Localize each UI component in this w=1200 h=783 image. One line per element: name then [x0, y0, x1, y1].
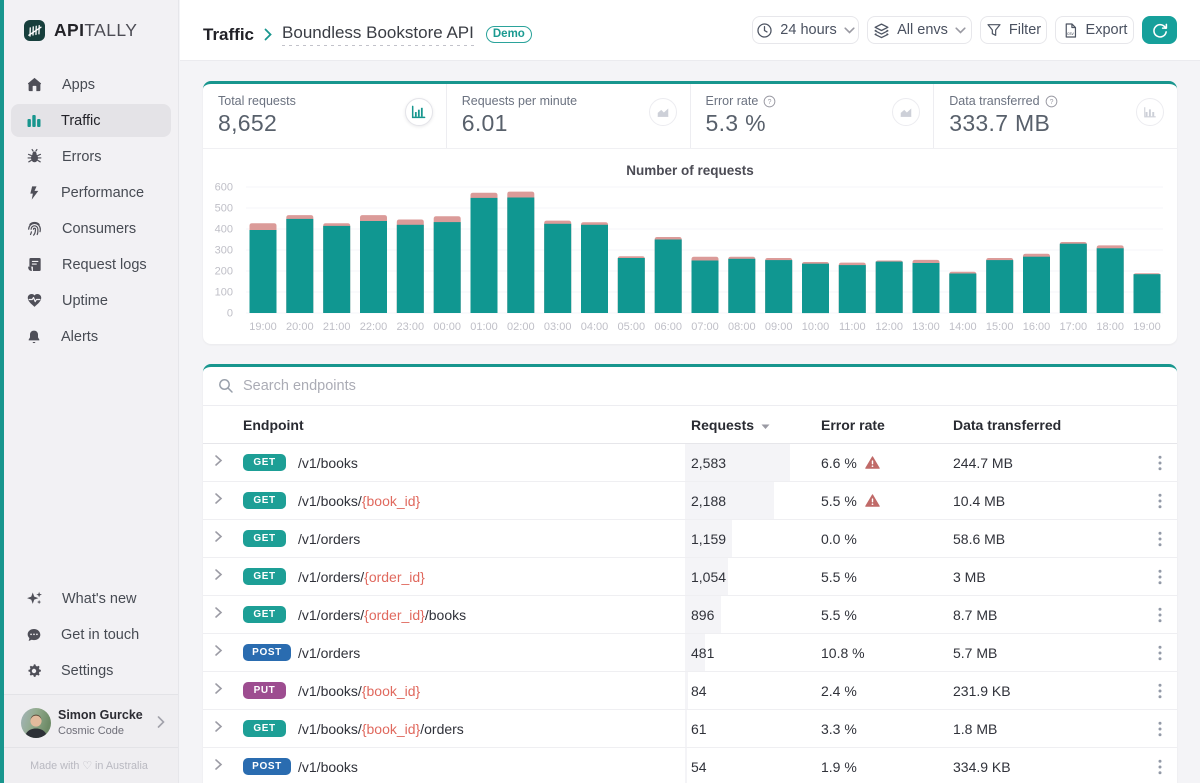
svg-text:08:00: 08:00 — [728, 321, 756, 333]
svg-text:19:00: 19:00 — [249, 321, 277, 333]
svg-text:07:00: 07:00 — [691, 321, 719, 333]
svg-text:100: 100 — [215, 287, 233, 299]
svg-text:22:00: 22:00 — [360, 321, 388, 333]
svg-text:13:00: 13:00 — [912, 321, 940, 333]
svg-text:01:00: 01:00 — [470, 321, 498, 333]
svg-text:09:00: 09:00 — [765, 321, 793, 333]
svg-text:16:00: 16:00 — [1023, 321, 1051, 333]
svg-text:14:00: 14:00 — [949, 321, 977, 333]
svg-text:300: 300 — [215, 245, 233, 257]
svg-text:21:00: 21:00 — [323, 321, 351, 333]
svg-text:12:00: 12:00 — [875, 321, 903, 333]
svg-text:?: ? — [768, 98, 772, 105]
svg-text:600: 600 — [215, 182, 233, 194]
svg-text:00:00: 00:00 — [433, 321, 461, 333]
svg-text:15:00: 15:00 — [986, 321, 1014, 333]
svg-text:19:00: 19:00 — [1133, 321, 1161, 333]
svg-text:02:00: 02:00 — [507, 321, 535, 333]
svg-text:03:00: 03:00 — [544, 321, 572, 333]
svg-text:0: 0 — [227, 308, 233, 320]
svg-text:17:00: 17:00 — [1060, 321, 1088, 333]
svg-text:?: ? — [1049, 98, 1053, 105]
svg-text:05:00: 05:00 — [618, 321, 646, 333]
svg-text:04:00: 04:00 — [581, 321, 609, 333]
svg-text:23:00: 23:00 — [397, 321, 425, 333]
svg-text:11:00: 11:00 — [839, 321, 866, 333]
svg-text:400: 400 — [215, 224, 233, 236]
svg-text:500: 500 — [215, 203, 233, 215]
svg-text:20:00: 20:00 — [286, 321, 314, 333]
svg-text:06:00: 06:00 — [654, 321, 682, 333]
svg-text:10:00: 10:00 — [802, 321, 830, 333]
svg-text:csv: csv — [1066, 31, 1074, 36]
svg-text:200: 200 — [215, 266, 233, 278]
svg-text:18:00: 18:00 — [1096, 321, 1124, 333]
